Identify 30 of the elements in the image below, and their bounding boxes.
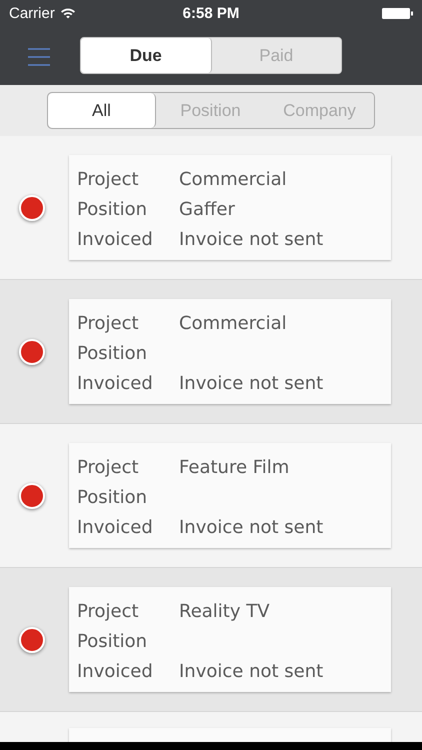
field-value: Invoice not sent: [179, 372, 324, 394]
field-label: Invoiced: [77, 660, 154, 682]
field-value: Commercial: [179, 168, 287, 190]
field-label: Project: [77, 168, 140, 190]
field-value: Invoice not sent: [179, 228, 324, 250]
field-label: Invoiced: [77, 516, 154, 538]
field-value: Gaffer: [179, 198, 235, 220]
field-value: Reality TV: [179, 600, 270, 622]
filter-tab[interactable]: All: [48, 93, 156, 128]
field-value: Invoice not sent: [179, 660, 324, 682]
field-label: Position: [77, 342, 148, 364]
field-label: Position: [77, 630, 148, 652]
menu-icon[interactable]: [28, 48, 50, 66]
clock-time: 6:58 PM: [182, 4, 240, 22]
field-value: Commercial: [179, 312, 287, 334]
field-label: Position: [77, 486, 148, 508]
battery-icon: [382, 8, 413, 18]
field-label: Invoiced: [77, 372, 154, 394]
carrier-name: Carrier: [9, 4, 55, 22]
field-label: Project: [77, 456, 140, 478]
field-value: Invoice not sent: [179, 516, 324, 538]
wifi-icon: [60, 7, 76, 19]
field-value: Feature Film: [179, 456, 290, 478]
list-row[interactable]: Project Commercial Position Invoiced Invoice not sent: [0, 280, 422, 424]
tab[interactable]: Due: [81, 38, 212, 73]
list-row[interactable]: Project Reality TV Position Invoiced Invoice not sent: [0, 568, 422, 712]
field-label: Project: [77, 600, 140, 622]
field-label: Position: [77, 198, 148, 220]
field-label: Invoiced: [77, 228, 154, 250]
field-label: Project: [77, 312, 140, 334]
